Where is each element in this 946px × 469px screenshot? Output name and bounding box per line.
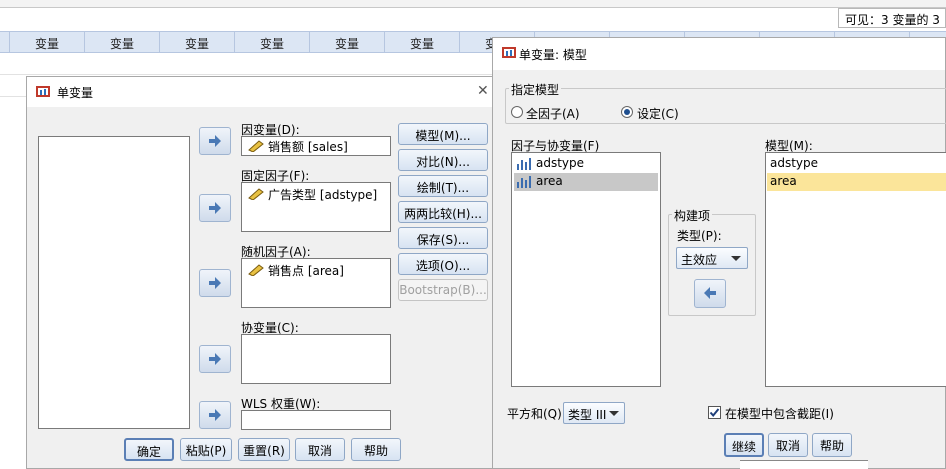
- univariate-title: 单变量: [57, 86, 94, 100]
- build-term-legend: 构建项: [672, 207, 713, 224]
- post-hoc-button[interactable]: 两两比较(H)...: [398, 201, 488, 223]
- toolbar-strip: [0, 0, 946, 8]
- move-to-fixed-factor-button[interactable]: [199, 194, 231, 222]
- reset-button[interactable]: 重置(R): [238, 438, 290, 461]
- term-type-label: 类型(P):: [677, 229, 722, 243]
- sum-of-squares-label: 平方和(Q): [507, 407, 562, 421]
- model-terms-list[interactable]: adstype area: [765, 152, 946, 387]
- nominal-variable-icon: [517, 158, 531, 170]
- random-factor-label-text: 销售点 [area]: [268, 264, 344, 278]
- random-factor-list[interactable]: 销售点 [area]: [241, 258, 391, 308]
- arrow-right-icon: [209, 202, 221, 214]
- univariate-titlebar[interactable]: 单变量 ✕: [27, 77, 499, 107]
- options-button[interactable]: 选项(O)...: [398, 253, 488, 275]
- wls-weight-field[interactable]: [241, 410, 391, 430]
- random-factor-item[interactable]: 销售点 [area]: [246, 261, 344, 279]
- factor-item[interactable]: adstype: [514, 155, 658, 173]
- term-type-dropdown[interactable]: 主效应: [676, 247, 748, 269]
- model-cancel-button[interactable]: 取消: [768, 433, 808, 457]
- move-to-dependent-button[interactable]: [199, 127, 231, 155]
- arrow-right-icon: [209, 409, 221, 421]
- move-to-covariate-button[interactable]: [199, 345, 231, 373]
- factors-list[interactable]: adstype area: [511, 152, 661, 387]
- arrow-right-icon: [209, 135, 221, 147]
- include-intercept-checkbox[interactable]: [708, 406, 721, 419]
- chevron-down-icon: [731, 256, 741, 261]
- scale-variable-icon: [248, 188, 264, 200]
- arrow-left-icon: [704, 287, 716, 299]
- dependent-field[interactable]: 销售额 [sales]: [241, 136, 391, 156]
- nominal-variable-icon: [517, 176, 531, 188]
- continue-button[interactable]: 继续: [724, 433, 764, 457]
- move-to-random-factor-button[interactable]: [199, 269, 231, 297]
- model-dialog: 单变量: 模型 指定模型 全因子(A) 设定(C) 因子与协变量(F) adst…: [492, 37, 946, 469]
- contrasts-button[interactable]: 对比(N)...: [398, 149, 488, 171]
- visible-variables-status: 可见：3 变量的 3: [838, 8, 946, 28]
- model-term-item-selected[interactable]: area: [767, 173, 946, 191]
- plots-button[interactable]: 绘制(T)...: [398, 175, 488, 197]
- term-type-value: 主效应: [681, 253, 718, 267]
- help-button[interactable]: 帮助: [351, 438, 401, 461]
- covariate-list[interactable]: [241, 334, 391, 384]
- move-to-wls-button[interactable]: [199, 401, 231, 429]
- custom-label[interactable]: 设定(C): [637, 105, 679, 122]
- scale-variable-icon: [248, 140, 264, 152]
- model-title: 单变量: 模型: [519, 48, 587, 62]
- column-header[interactable]: 变量: [10, 32, 85, 52]
- column-header[interactable]: 变量: [310, 32, 385, 52]
- factor-item-selected[interactable]: area: [514, 173, 658, 191]
- univariate-dialog: 单变量 ✕ 因变量(D): 销售额 [sales] 固定因子(F): 广告类型 …: [26, 76, 500, 469]
- add-term-button[interactable]: [694, 279, 726, 308]
- spss-app-icon: [502, 47, 516, 58]
- include-intercept-label[interactable]: 在模型中包含截距(I): [725, 405, 834, 422]
- sum-of-squares-dropdown[interactable]: 类型 III: [563, 402, 625, 424]
- paste-button[interactable]: 粘贴(P): [180, 438, 232, 461]
- column-header[interactable]: 变量: [85, 32, 160, 52]
- scale-variable-icon: [248, 264, 264, 276]
- arrow-right-icon: [209, 277, 221, 289]
- row-number-header: [0, 32, 10, 52]
- bootstrap-button: Bootstrap(B)...: [398, 279, 488, 301]
- fixed-factor-item[interactable]: 广告类型 [adstype]: [246, 185, 377, 203]
- arrow-right-icon: [209, 353, 221, 365]
- factor-label: adstype: [536, 156, 585, 170]
- specify-model-legend: 指定模型: [509, 81, 562, 98]
- full-factorial-radio[interactable]: [511, 106, 523, 118]
- chevron-down-icon: [609, 411, 619, 416]
- source-variable-list[interactable]: [38, 136, 190, 429]
- fixed-factor-label-text: 广告类型 [adstype]: [268, 188, 378, 202]
- column-header[interactable]: 变量: [160, 32, 235, 52]
- checkmark-icon: [709, 408, 720, 418]
- dependent-variable-label: 销售额 [sales]: [268, 140, 348, 154]
- model-button[interactable]: 模型(M)...: [398, 123, 488, 145]
- full-factorial-label[interactable]: 全因子(A): [526, 105, 580, 122]
- custom-radio[interactable]: [621, 106, 633, 118]
- cancel-button[interactable]: 取消: [295, 438, 345, 461]
- save-button[interactable]: 保存(S)...: [398, 227, 488, 249]
- model-titlebar[interactable]: 单变量: 模型: [493, 38, 945, 70]
- close-icon[interactable]: ✕: [477, 83, 489, 99]
- underlying-window-edge: [740, 460, 868, 469]
- factor-label: area: [536, 174, 563, 188]
- dependent-variable-item[interactable]: 销售额 [sales]: [246, 137, 348, 155]
- sum-of-squares-value: 类型 III: [568, 408, 607, 422]
- ok-button[interactable]: 确定: [124, 438, 174, 461]
- spss-app-icon: [36, 86, 50, 97]
- model-help-button[interactable]: 帮助: [812, 433, 852, 457]
- column-header[interactable]: 变量: [235, 32, 310, 52]
- model-term-item[interactable]: adstype: [767, 155, 818, 173]
- column-header[interactable]: 变量: [385, 32, 460, 52]
- fixed-factor-list[interactable]: 广告类型 [adstype]: [241, 182, 391, 232]
